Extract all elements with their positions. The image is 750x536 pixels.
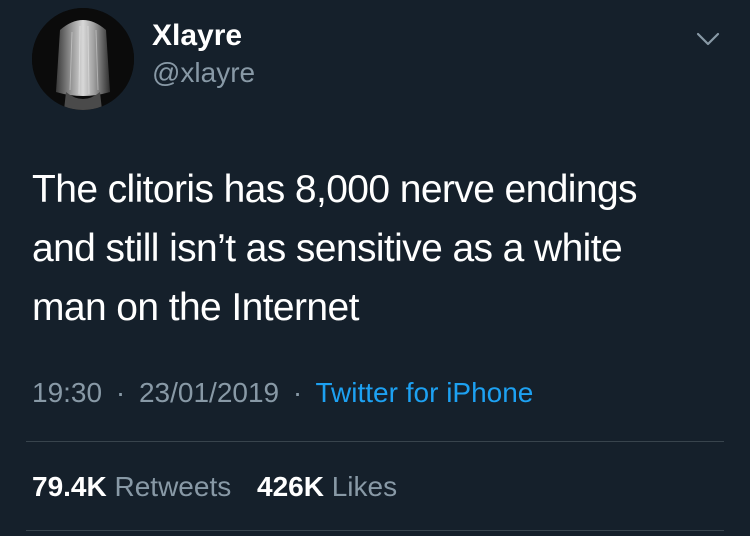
tweet-time: 19:30 — [32, 377, 103, 408]
tweet-stats: 79.4K Retweets 426K Likes — [32, 470, 415, 504]
tweet-text-line: The clitoris has 8,000 nerve endings — [32, 168, 638, 211]
meta-separator: · — [115, 377, 126, 408]
tweet-text-line: man on the Internet — [32, 286, 359, 329]
likes-count: 426K — [257, 471, 324, 502]
likes-stat[interactable]: 426K Likes — [257, 470, 397, 504]
divider — [26, 441, 724, 442]
retweets-stat[interactable]: 79.4K Retweets — [32, 470, 231, 504]
tweet-detail: Xlayre @xlayre The clitoris has 8,000 ne… — [0, 0, 750, 536]
avatar[interactable] — [32, 8, 134, 110]
tweet-text-line: and still isn’t as sensitive as a white — [32, 227, 623, 270]
tweet-text: The clitoris has 8,000 nerve endings and… — [32, 160, 712, 337]
user-handle[interactable]: @xlayre — [152, 56, 255, 90]
meta-separator: · — [292, 377, 303, 408]
likes-label: Likes — [331, 471, 398, 502]
tweet-source-link[interactable]: Twitter for iPhone — [316, 377, 534, 408]
tweet-date: 23/01/2019 — [138, 377, 280, 408]
tweet-meta: 19:30 · 23/01/2019 · Twitter for iPhone — [32, 376, 533, 410]
display-name[interactable]: Xlayre — [152, 18, 242, 54]
retweets-count: 79.4K — [32, 471, 107, 502]
retweets-label: Retweets — [114, 471, 232, 502]
chevron-down-icon[interactable] — [693, 24, 723, 54]
divider — [26, 530, 724, 531]
profile-photo-icon — [32, 8, 134, 110]
